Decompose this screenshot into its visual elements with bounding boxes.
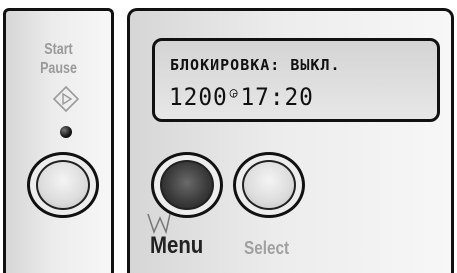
start-pause-button-cap[interactable] xyxy=(36,160,90,210)
start-pause-panel: Start Pause xyxy=(3,8,114,273)
lcd-display: БЛОКИРОВКА: ВЫКЛ. 1200 ◶17:20 xyxy=(152,38,440,122)
diamond-start-icon xyxy=(53,86,79,112)
menu-button[interactable] xyxy=(151,152,223,218)
clock-icon: ◶ xyxy=(229,85,239,101)
lcd-time-line: 1200 ◶17:20 xyxy=(169,83,314,111)
lcd-lock-status-text: БЛОКИРОВКА: ВЫКЛ. xyxy=(170,56,341,74)
select-label: Select xyxy=(244,238,290,258)
menu-button-cap[interactable] xyxy=(160,160,214,210)
start-label: Start xyxy=(44,41,73,58)
start-pause-button[interactable] xyxy=(27,152,99,218)
lcd-timer-value: 1200 xyxy=(169,83,228,111)
menu-label: Menu xyxy=(150,232,204,259)
status-led xyxy=(60,126,72,138)
lcd-clock-value: 17:20 xyxy=(240,83,314,111)
pause-label: Pause xyxy=(40,60,77,77)
select-button[interactable] xyxy=(233,152,305,218)
select-button-cap[interactable] xyxy=(242,160,296,210)
